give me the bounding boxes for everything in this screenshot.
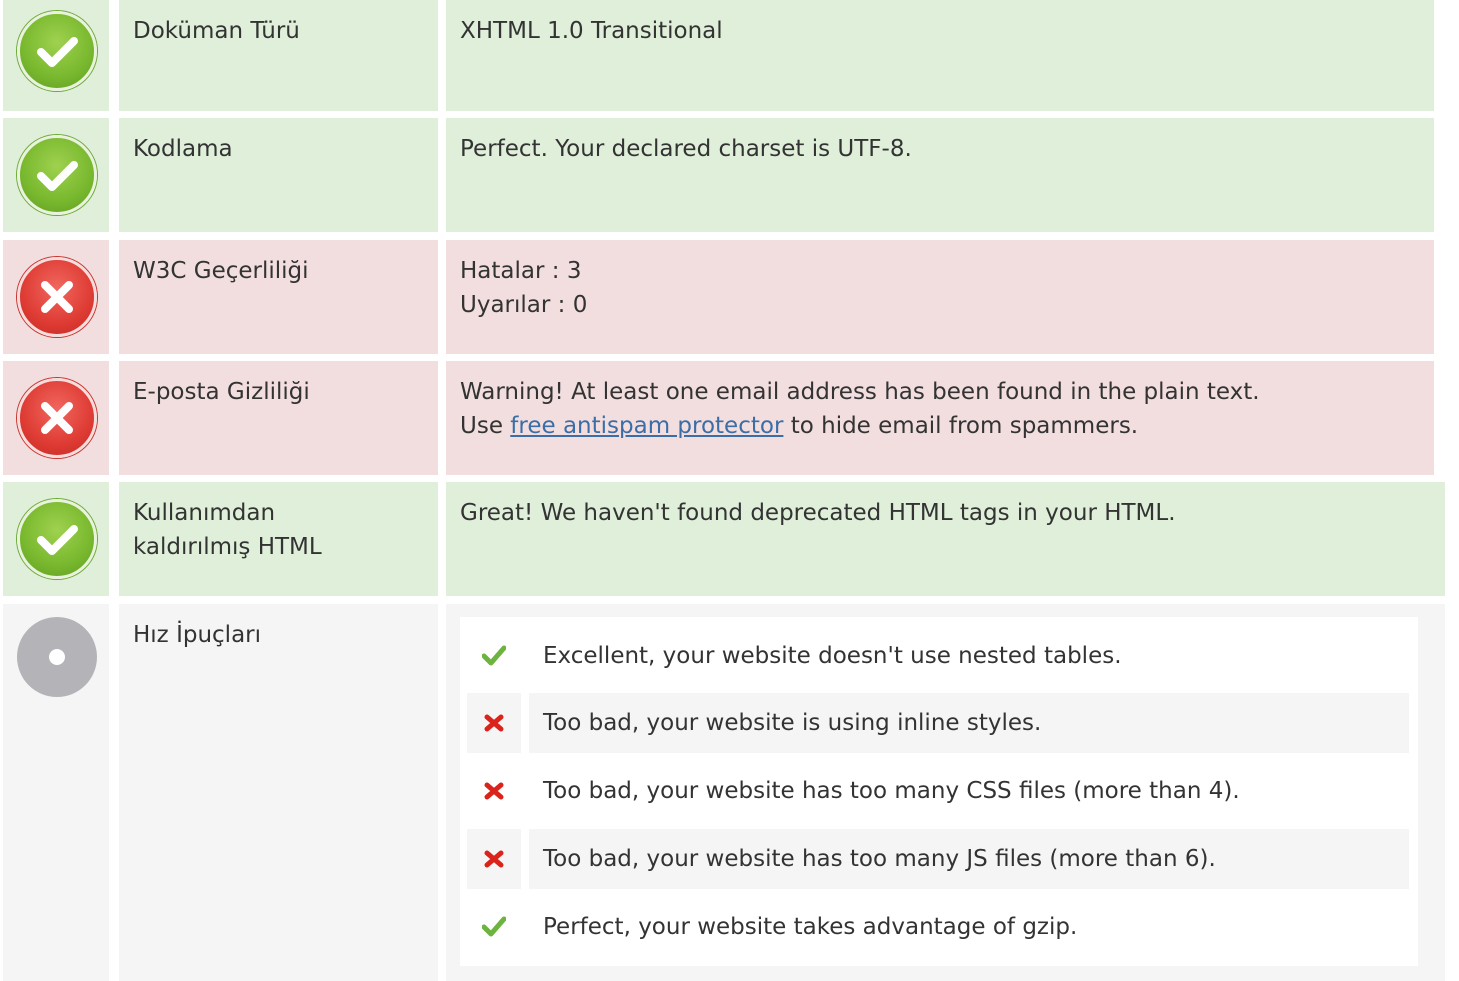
row-value: Perfect. Your declared charset is UTF-8. <box>446 118 1434 232</box>
tip-icon-cell <box>467 897 521 957</box>
encoding-row: Kodlama Perfect. Your declared charset i… <box>0 118 1434 232</box>
email-warning-text: Warning! At least one email address has … <box>460 379 1260 405</box>
tip-icon-cell <box>467 626 521 686</box>
status-cell <box>3 482 109 596</box>
doctype-row: Doküman Türü XHTML 1.0 Transitional <box>0 0 1434 111</box>
cross-icon <box>484 850 504 868</box>
status-cell <box>3 118 109 232</box>
x-circle-icon <box>17 378 97 458</box>
row-label: Doküman Türü <box>119 0 438 111</box>
check-circle-icon <box>17 499 97 579</box>
tip-text: Too bad, your website has too many CSS f… <box>543 778 1240 804</box>
tip-icon-cell <box>467 761 521 821</box>
email-advice-line: Use free antispam protector to hide emai… <box>460 409 1434 443</box>
checkmark-icon <box>482 916 506 937</box>
row-value: XHTML 1.0 Transitional <box>446 0 1434 111</box>
neutral-dot-icon <box>17 617 97 697</box>
email-privacy-row: E-posta Gizliliği Warning! At least one … <box>0 361 1434 475</box>
status-cell <box>3 0 109 111</box>
tip-text: Perfect, your website takes advantage of… <box>543 914 1078 940</box>
deprecated-html-row: Kullanımdan kaldırılmış HTML Great! We h… <box>0 482 1445 596</box>
errors-count: Hatalar : 3 <box>460 258 582 284</box>
cross-icon <box>484 714 504 732</box>
row-value: Hatalar : 3 Uyarılar : 0 <box>446 240 1434 354</box>
row-label: Kullanımdan kaldırılmış HTML <box>119 482 438 596</box>
tip-icon-cell <box>467 829 521 889</box>
row-label: Hız İpuçları <box>119 604 438 981</box>
cross-icon <box>484 782 504 800</box>
advice-prefix: Use <box>460 413 511 439</box>
status-cell <box>3 604 109 981</box>
x-circle-icon <box>17 257 97 337</box>
speed-tips-list: Excellent, your website doesn't use nest… <box>460 617 1418 966</box>
row-label: Kodlama <box>119 118 438 232</box>
checkmark-icon <box>482 645 506 666</box>
row-value: Great! We haven't found deprecated HTML … <box>446 482 1445 596</box>
row-value: Warning! At least one email address has … <box>446 361 1434 475</box>
check-circle-icon <box>17 135 97 215</box>
warnings-count: Uyarılar : 0 <box>460 292 588 318</box>
tip-icon-cell <box>467 693 521 753</box>
w3c-validity-row: W3C Geçerliliği Hatalar : 3 Uyarılar : 0 <box>0 240 1434 354</box>
row-label: E-posta Gizliliği <box>119 361 438 475</box>
tip-text: Excellent, your website doesn't use nest… <box>543 643 1122 669</box>
tip-text: Too bad, your website has too many JS fi… <box>529 829 1409 889</box>
antispam-protector-link[interactable]: free antispam protector <box>510 413 783 439</box>
check-circle-icon <box>17 11 97 91</box>
tip-text: Too bad, your website is using inline st… <box>529 693 1409 753</box>
status-cell <box>3 361 109 475</box>
row-label: W3C Geçerliliği <box>119 240 438 354</box>
status-cell <box>3 240 109 354</box>
advice-suffix: to hide email from spammers. <box>783 413 1139 439</box>
